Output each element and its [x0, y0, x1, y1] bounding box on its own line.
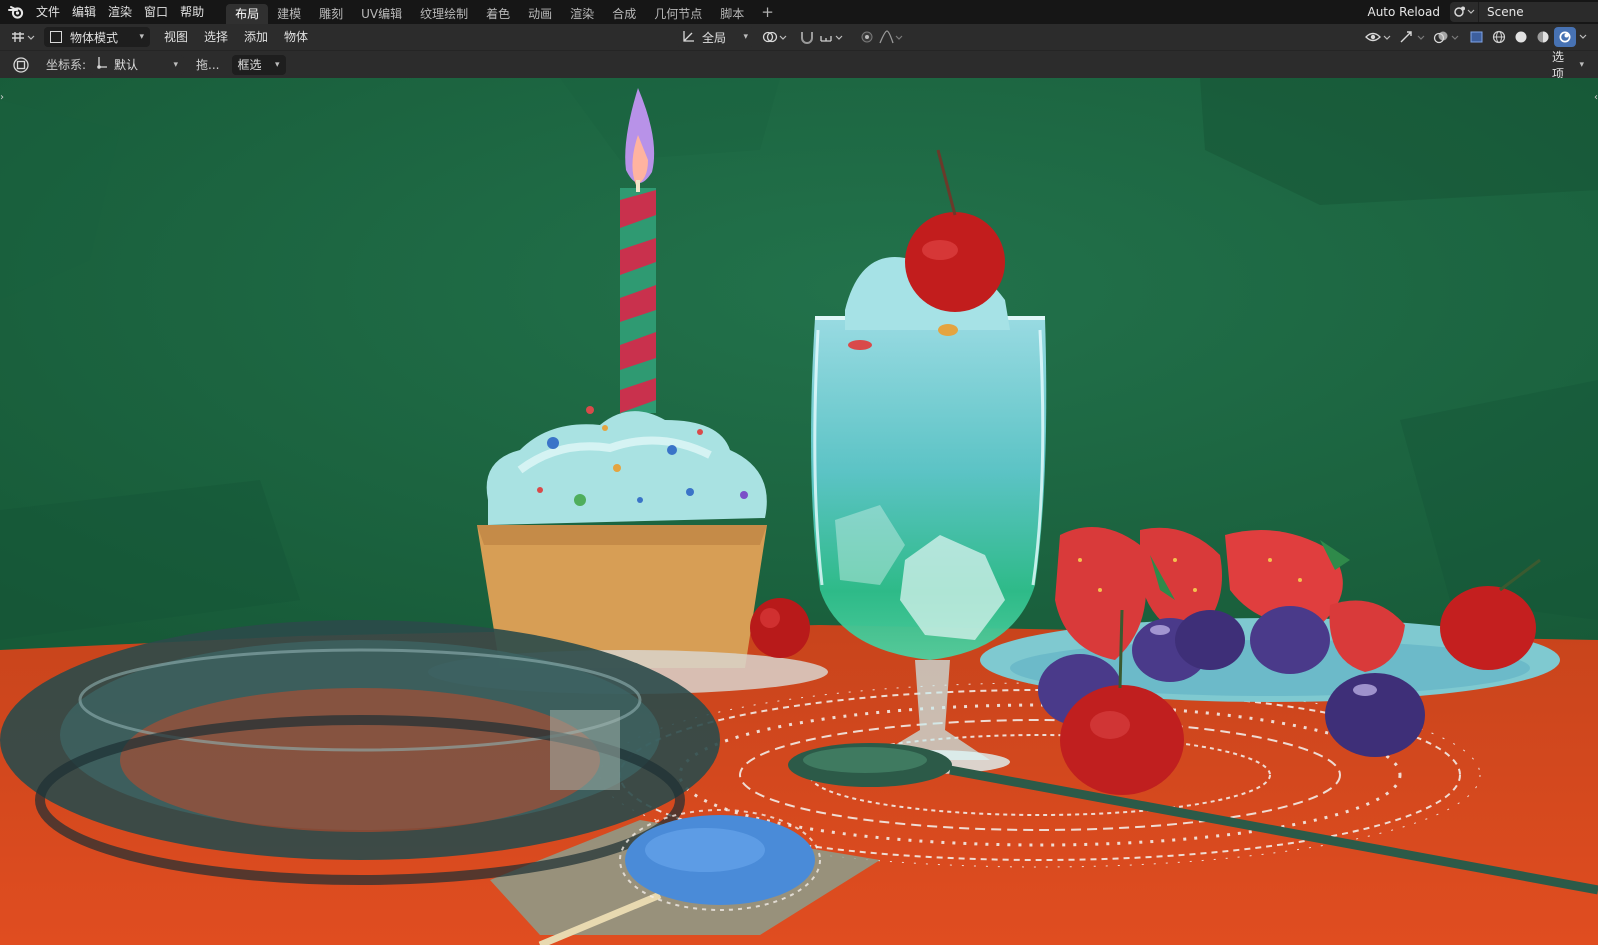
tab-uv-editing[interactable]: UV编辑: [352, 4, 411, 24]
select-mode-dropdown[interactable]: 框选 ▾: [231, 54, 286, 75]
menu-add[interactable]: 添加: [236, 24, 276, 50]
pivot-point-icon[interactable]: [760, 27, 790, 47]
auto-reload-label[interactable]: Auto Reload: [1357, 5, 1450, 19]
viewport-header: 物体模式 ▾ 视图 选择 添加 物体 全局 ▾: [0, 24, 1598, 50]
blender-logo-icon[interactable]: [8, 4, 24, 20]
object-mode-label: 物体模式: [70, 30, 119, 45]
sidebar-expand-arrow-icon[interactable]: ‹: [1594, 92, 1598, 103]
menu-object[interactable]: 物体: [276, 24, 316, 50]
cherry-on-top: [905, 212, 1005, 312]
menu-edit[interactable]: 编辑: [66, 0, 102, 24]
tab-animation[interactable]: 动画: [519, 4, 561, 24]
orientation-axis-icon: [682, 29, 696, 46]
coordinate-system-label: 坐标系:: [46, 58, 87, 72]
falloff-curve-icon[interactable]: [878, 27, 906, 47]
proportional-editing-icon[interactable]: [856, 27, 878, 47]
overlays-toggle-icon[interactable]: [1432, 27, 1462, 47]
chevron-down-icon: ▾: [743, 32, 748, 42]
snap-toggle-icon[interactable]: [796, 27, 818, 47]
wireframe-shading-icon[interactable]: [1488, 27, 1510, 47]
object-mode-icon: [50, 31, 62, 43]
rendered-scene: [0, 78, 1598, 945]
xray-toggle-icon[interactable]: [1466, 27, 1488, 47]
coordinate-system-dropdown[interactable]: 默认 ▾: [90, 54, 185, 75]
menu-window[interactable]: 窗口: [138, 0, 174, 24]
scene-name-field[interactable]: Scene: [1478, 2, 1598, 22]
viewport-display-controls: [1364, 27, 1590, 47]
transform-orientation-label: 全局: [702, 30, 727, 45]
tab-texture-paint[interactable]: 纹理绘制: [411, 4, 477, 24]
tab-sculpting[interactable]: 雕刻: [310, 4, 352, 24]
solid-shading-icon[interactable]: [1510, 27, 1532, 47]
top-menu-bar: 文件 编辑 渲染 窗口 帮助 布局 建模 雕刻 UV编辑 纹理绘制 着色 动画 …: [0, 0, 1598, 24]
object-mode-dropdown[interactable]: 物体模式 ▾: [44, 27, 150, 47]
cherry-small: [750, 598, 810, 658]
menu-view[interactable]: 视图: [156, 24, 196, 50]
tab-rendering[interactable]: 渲染: [561, 4, 603, 24]
tab-layout[interactable]: 布局: [226, 4, 269, 24]
menu-select[interactable]: 选择: [196, 24, 236, 50]
rendered-shading-icon[interactable]: [1554, 27, 1576, 47]
axis-icon: [96, 56, 108, 73]
menu-file[interactable]: 文件: [30, 0, 66, 24]
options-dropdown[interactable]: 选项 ▾: [1546, 50, 1590, 81]
editor-type-icon[interactable]: [8, 27, 38, 47]
tab-scripting[interactable]: 脚本: [711, 4, 753, 24]
menu-render[interactable]: 渲染: [102, 0, 138, 24]
scene-selector-icon[interactable]: [1450, 2, 1478, 22]
coordinate-system-value: 默认: [114, 58, 139, 72]
visibility-eye-icon[interactable]: [1364, 27, 1394, 47]
tab-geometry-nodes[interactable]: 几何节点: [645, 4, 711, 24]
tab-shading[interactable]: 着色: [477, 4, 519, 24]
select-mode-value: 框选: [237, 58, 262, 72]
transform-controls: 全局 ▾: [676, 27, 906, 47]
snap-target-icon[interactable]: [818, 27, 848, 47]
toolbar-expand-arrow-icon[interactable]: ›: [0, 92, 4, 103]
chevron-down-icon: ▾: [139, 32, 144, 42]
transform-orientation-dropdown[interactable]: 全局 ▾: [676, 27, 754, 47]
add-workspace-button[interactable]: +: [757, 0, 778, 24]
tab-modeling[interactable]: 建模: [268, 4, 310, 24]
drag-label: 拖...: [196, 58, 220, 72]
topbar-right: Auto Reload Scene: [1357, 0, 1598, 24]
workspace-tabs: 布局 建模 雕刻 UV编辑 纹理绘制 着色 动画 渲染 合成 几何节点 脚本 +: [226, 0, 778, 24]
material-preview-shading-icon[interactable]: [1532, 27, 1554, 47]
tool-settings-bar: 坐标系: 默认 ▾ 拖... 框选 ▾ 选项 ▾: [0, 50, 1598, 81]
shading-options-chevron-icon[interactable]: [1576, 27, 1590, 47]
menu-help[interactable]: 帮助: [174, 0, 210, 24]
chevron-down-icon: ▾: [173, 59, 179, 70]
gizmo-toggle-icon[interactable]: [1398, 27, 1428, 47]
chevron-down-icon: ▾: [1579, 60, 1584, 70]
options-label: 选项: [1552, 50, 1565, 81]
chevron-down-icon: ▾: [274, 59, 280, 70]
tab-compositing[interactable]: 合成: [603, 4, 645, 24]
active-tool-icon[interactable]: [10, 55, 32, 75]
3d-viewport[interactable]: › ‹: [0, 78, 1598, 945]
